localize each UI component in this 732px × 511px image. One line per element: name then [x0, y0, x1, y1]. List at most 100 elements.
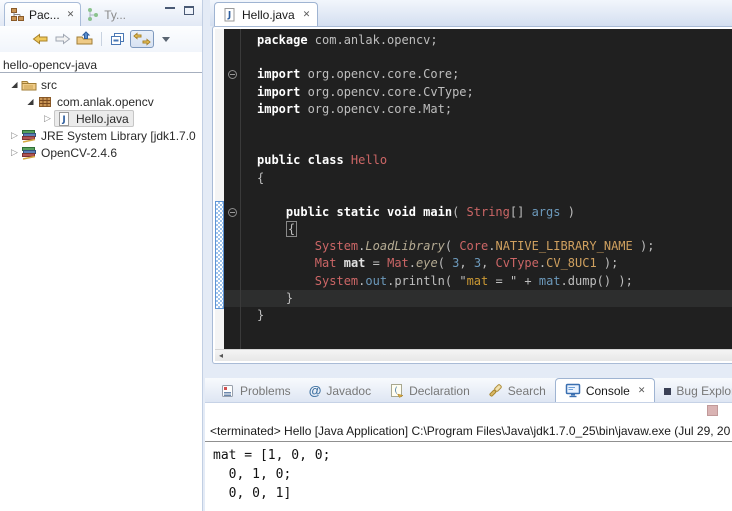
- back-arrow-icon: [32, 31, 49, 47]
- collapse-arrow-icon[interactable]: ▷: [8, 147, 21, 158]
- editor-tab-hello-java[interactable]: J Hello.java ✕: [214, 2, 318, 26]
- explorer-toolbar: [0, 26, 202, 52]
- collapse-all-button[interactable]: [109, 31, 125, 47]
- editor-horizontal-scrollbar[interactable]: ◂: [215, 349, 732, 361]
- code-text: [240, 135, 257, 152]
- gutter-cell: [224, 32, 240, 49]
- code-line[interactable]: [224, 187, 732, 204]
- gutter-cell: [224, 273, 240, 290]
- package-explorer-view: Pac... ✕ Ty...: [0, 0, 203, 511]
- code-line[interactable]: [224, 118, 732, 135]
- tab-label: Search: [508, 384, 546, 398]
- gutter-cell: [224, 187, 240, 204]
- package-explorer-icon: [10, 7, 25, 22]
- maximize-icon[interactable]: [184, 6, 194, 15]
- tree-item-project[interactable]: hello-opencv-java: [0, 57, 202, 73]
- code-line[interactable]: System.LoadLibrary( Core.NATIVE_LIBRARY_…: [224, 238, 732, 255]
- tab-problems[interactable]: Problems: [211, 379, 300, 402]
- tab-type-hierarchy[interactable]: Ty...: [81, 3, 132, 26]
- link-with-editor-button[interactable]: [130, 30, 154, 48]
- console-output-line: 0, 0, 1]: [213, 484, 732, 503]
- forward-arrow-icon: [54, 31, 71, 47]
- view-menu-button[interactable]: [159, 32, 170, 46]
- up-button[interactable]: [76, 31, 94, 47]
- collapse-arrow-icon[interactable]: ▷: [8, 130, 21, 141]
- tree-item-label: src: [41, 78, 57, 92]
- code-line[interactable]: Mat mat = Mat.eye( 3, 3, CvType.CV_8UC1 …: [224, 255, 732, 272]
- tab-label: Problems: [240, 384, 291, 398]
- code-text-area[interactable]: package com.anlak.opencv; import org.open…: [224, 29, 732, 349]
- scroll-left-arrow-icon[interactable]: ◂: [219, 351, 223, 360]
- code-line[interactable]: import org.opencv.core.Mat;: [224, 101, 732, 118]
- tree-item-package[interactable]: ◢ com.anlak.opencv: [0, 93, 202, 110]
- code-text: [240, 118, 257, 135]
- code-editor[interactable]: package com.anlak.opencv; import org.open…: [212, 26, 732, 364]
- folder-up-icon: [76, 31, 94, 47]
- tab-declaration[interactable]: ( Declaration: [380, 379, 479, 402]
- tree-item-jre-library[interactable]: ▷ JRE System Library [jdk1.7.0: [0, 127, 202, 144]
- console-title: <terminated> Hello [Java Application] C:…: [210, 424, 732, 438]
- collapse-arrow-icon[interactable]: ▷: [41, 113, 54, 124]
- code-line[interactable]: System.out.println( "mat = " + mat.dump(…: [224, 273, 732, 290]
- close-icon[interactable]: ✕: [303, 9, 311, 20]
- terminate-button[interactable]: [707, 405, 718, 416]
- forward-button[interactable]: [54, 31, 71, 47]
- code-line-current[interactable]: }: [224, 290, 732, 307]
- svg-text:J: J: [61, 115, 65, 125]
- editor-tabbar: J Hello.java ✕: [210, 0, 732, 26]
- expand-arrow-icon[interactable]: ◢: [8, 80, 21, 89]
- console-output-line: 0, 1, 0;: [213, 465, 732, 484]
- code-line[interactable]: package com.anlak.opencv;: [224, 32, 732, 49]
- code-line[interactable]: import org.opencv.core.CvType;: [224, 84, 732, 101]
- tree-item-opencv-library[interactable]: ▷ OpenCV-2.4.6: [0, 144, 202, 161]
- tab-package-explorer[interactable]: Pac... ✕: [4, 2, 81, 26]
- package-folder-icon: [21, 77, 37, 93]
- code-line[interactable]: [224, 135, 732, 152]
- tab-label: Bug Explorer: [676, 384, 732, 398]
- console-icon: [565, 383, 581, 398]
- code-line[interactable]: {: [224, 221, 732, 238]
- tab-search[interactable]: Search: [479, 379, 555, 402]
- tab-javadoc[interactable]: @ Javadoc: [300, 379, 380, 402]
- code-text: System.out.println( "mat = " + mat.dump(…: [240, 273, 633, 290]
- back-button[interactable]: [32, 31, 49, 47]
- code-text: {: [240, 170, 264, 187]
- annotation-ruler[interactable]: [215, 29, 224, 349]
- close-icon[interactable]: ✕: [638, 385, 646, 396]
- code-line[interactable]: [224, 49, 732, 66]
- library-icon: [21, 128, 37, 144]
- fold-collapse-icon[interactable]: [224, 204, 240, 221]
- method-range-indicator: [215, 201, 224, 309]
- code-line[interactable]: public static void main( String[] args ): [224, 204, 732, 221]
- chevron-down-icon: [162, 37, 170, 46]
- code-text: System.LoadLibrary( Core.NATIVE_LIBRARY_…: [240, 238, 654, 255]
- console-view: <terminated> Hello [Java Application] C:…: [205, 403, 732, 511]
- tab-label: Ty...: [104, 8, 126, 22]
- code-line[interactable]: public class Hello: [224, 152, 732, 169]
- tab-label: Pac...: [29, 8, 60, 22]
- declaration-icon: (: [389, 383, 404, 398]
- tree-item-hello-java[interactable]: ▷ J Hello.java: [0, 110, 202, 127]
- gutter-cell: [224, 290, 240, 307]
- tree-item-src[interactable]: ◢ src: [0, 76, 202, 93]
- code-line[interactable]: {: [224, 170, 732, 187]
- code-line[interactable]: import org.opencv.core.Core;: [224, 66, 732, 83]
- gutter-cell: [224, 255, 240, 272]
- minimize-icon[interactable]: [165, 7, 175, 16]
- tab-console[interactable]: Console ✕: [555, 378, 656, 402]
- code-line[interactable]: }: [224, 307, 732, 324]
- problems-icon: [220, 383, 235, 398]
- javadoc-icon: @: [309, 383, 322, 398]
- close-icon[interactable]: ✕: [67, 9, 75, 20]
- gutter-cell: [224, 170, 240, 187]
- expand-arrow-icon[interactable]: ◢: [24, 97, 37, 106]
- console-output[interactable]: mat = [1, 0, 0; 0, 1, 0; 0, 0, 1]: [213, 446, 732, 503]
- tab-bug-explorer[interactable]: Bug Explorer: [655, 380, 732, 402]
- tab-label: Console: [586, 384, 630, 398]
- gutter-cell: [224, 152, 240, 169]
- fold-collapse-icon[interactable]: [224, 66, 240, 83]
- selected-tree-item[interactable]: J Hello.java: [54, 110, 134, 127]
- library-icon: [21, 145, 37, 161]
- svg-text:J: J: [227, 11, 231, 21]
- code-text: }: [240, 307, 264, 324]
